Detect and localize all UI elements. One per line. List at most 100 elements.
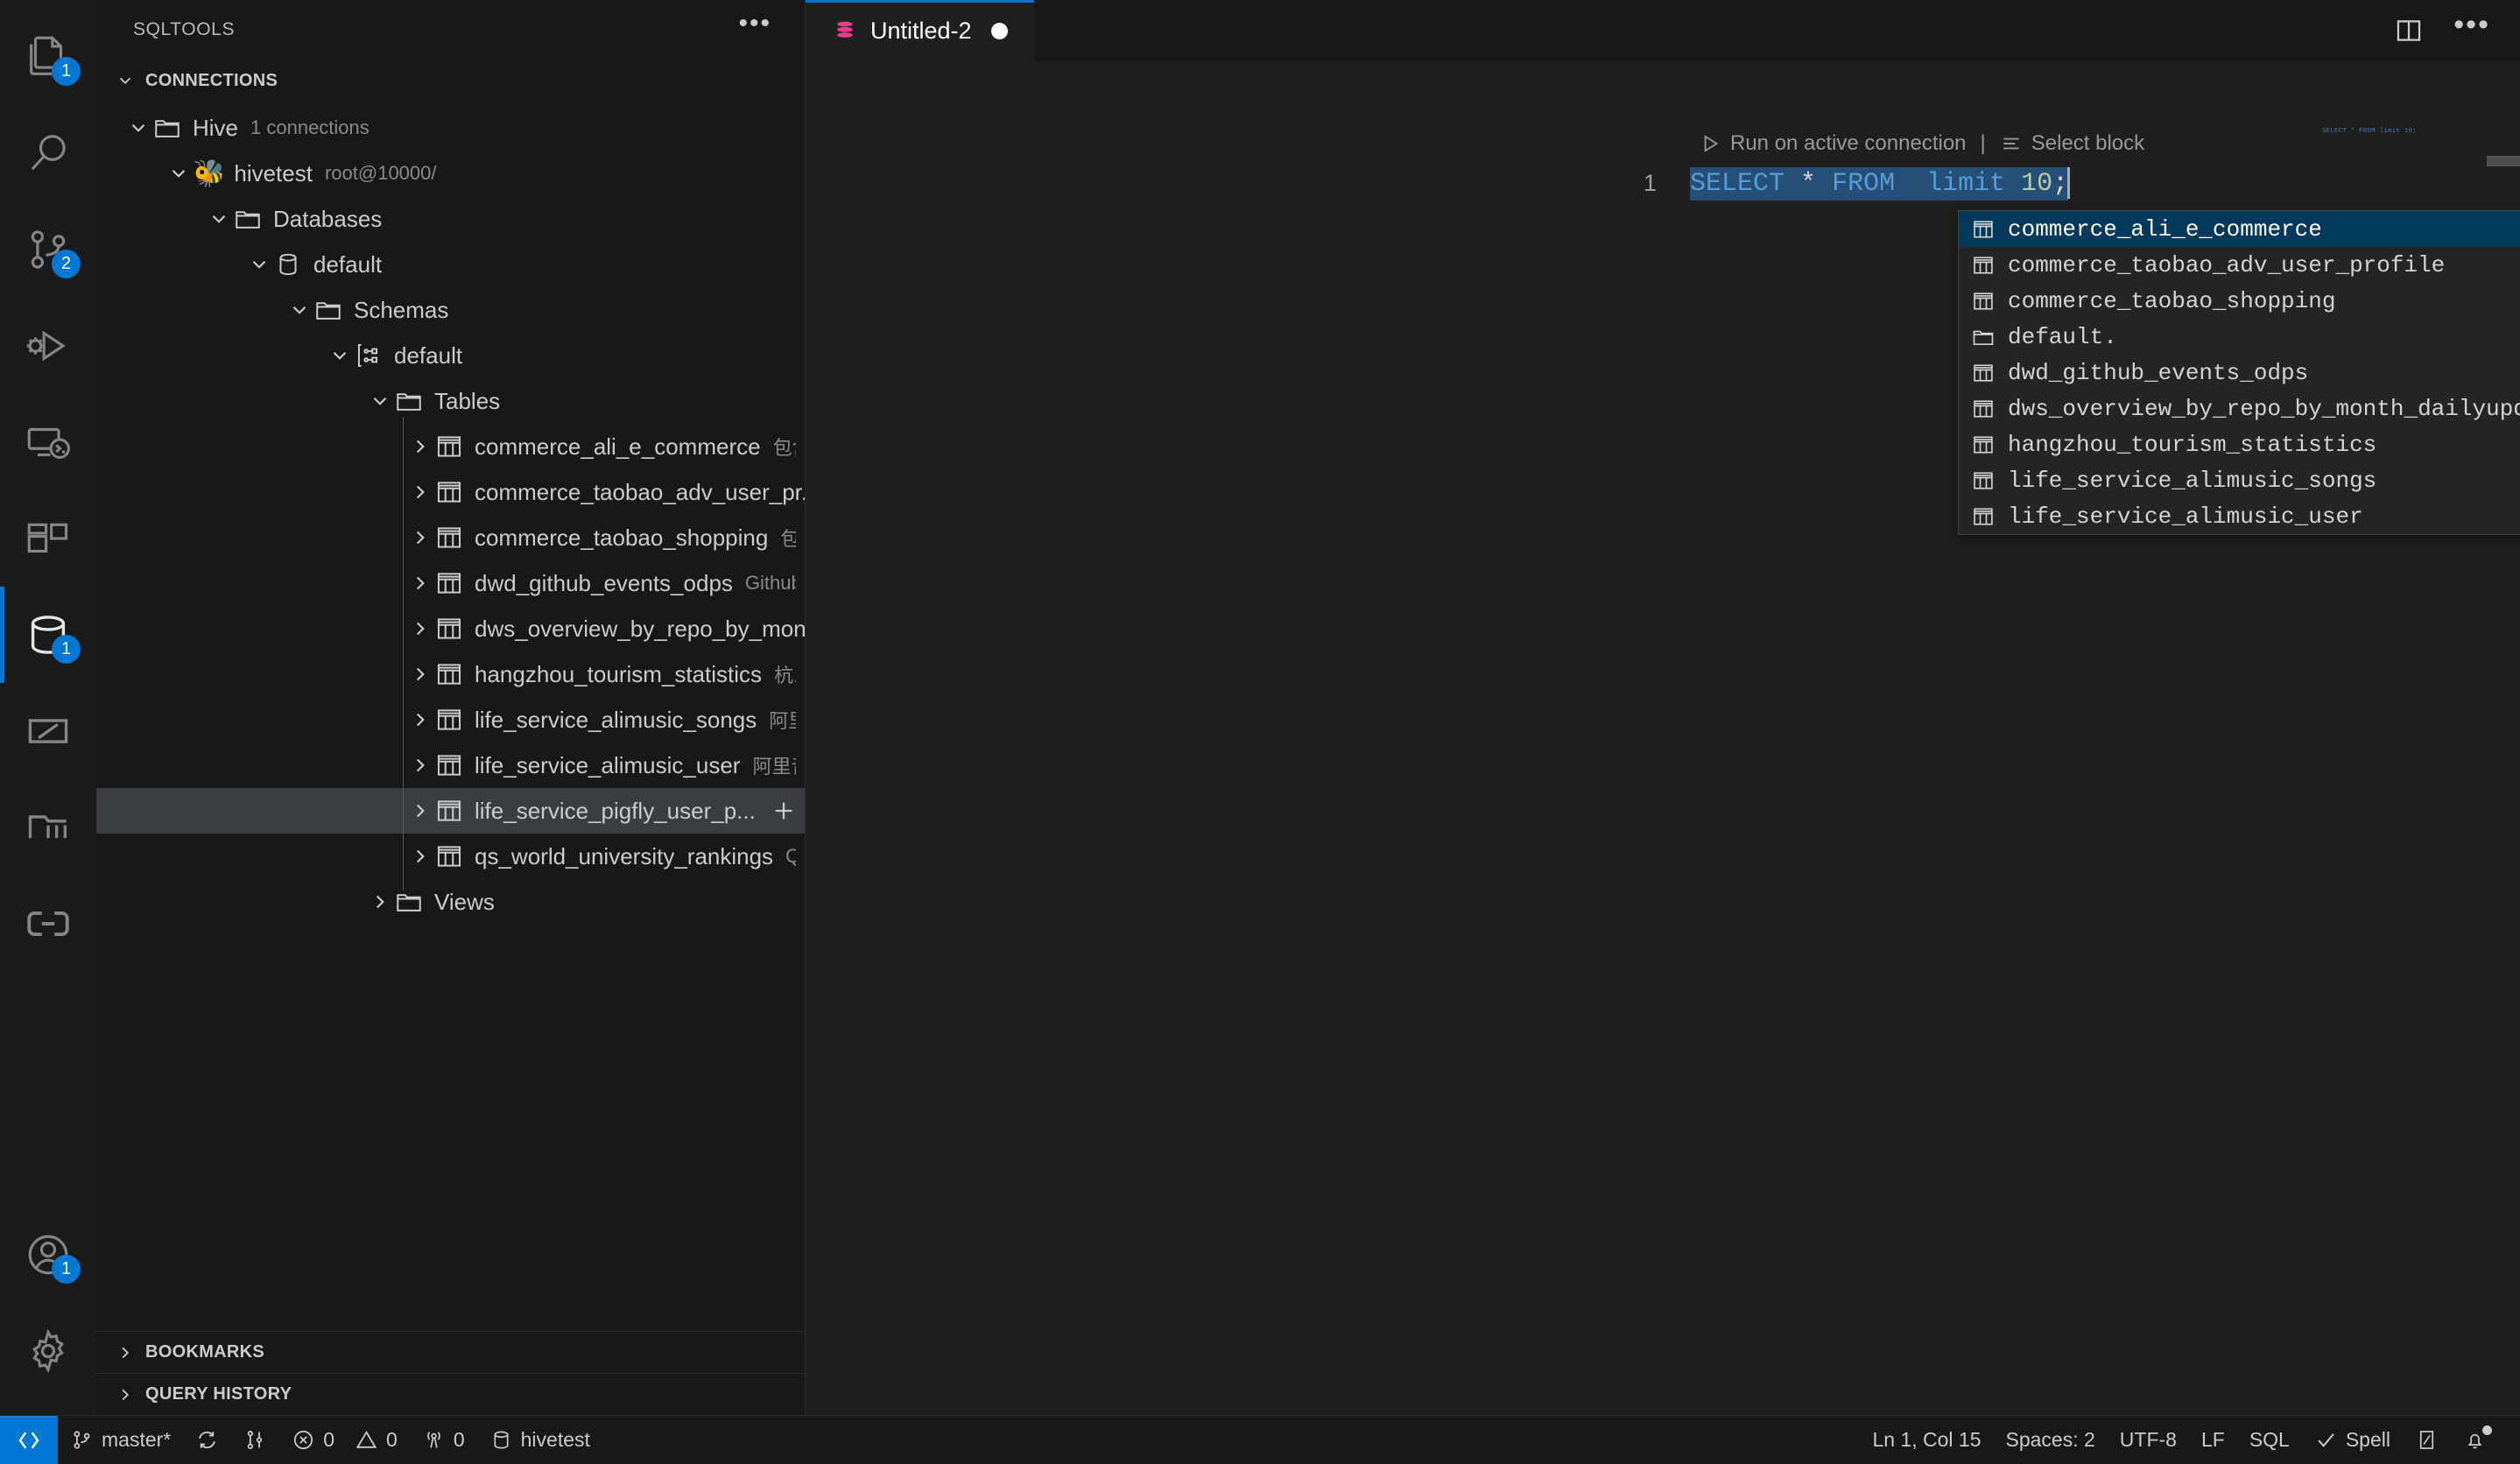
- activity-bar-item-accounts[interactable]: 1: [0, 1207, 96, 1303]
- status-git-branch[interactable]: master*: [58, 1416, 183, 1464]
- split-editor-icon[interactable]: [2394, 16, 2424, 46]
- status-label: LF: [2200, 1428, 2225, 1451]
- sidebar-more-actions-button[interactable]: •••: [729, 11, 780, 41]
- tree-item-commerce-ali-e-commerce[interactable]: commerce_ali_e_commerce 包含...: [96, 424, 805, 469]
- folder-icon: [236, 211, 260, 229]
- activity-badge: 1: [52, 57, 81, 86]
- tree-item-actions: [770, 797, 805, 825]
- status-feedback[interactable]: [2403, 1416, 2451, 1464]
- git-compare-icon: [247, 1431, 263, 1449]
- tree-item-databases[interactable]: Databases: [96, 196, 805, 242]
- tree-item-life-service-pigfly-user-p[interactable]: life_service_pigfly_user_p...: [96, 788, 805, 834]
- chevron-down-icon[interactable]: [366, 387, 394, 415]
- tree-item-tables[interactable]: Tables: [96, 378, 805, 424]
- status-compare-branch[interactable]: [231, 1416, 279, 1464]
- sidebar-section-bookmarks[interactable]: BOOKMARKS: [96, 1331, 805, 1373]
- sidebar-section-query-history[interactable]: QUERY HISTORY: [96, 1373, 805, 1415]
- chevron-right-icon[interactable]: [406, 797, 434, 825]
- suggestion-item-life-service-alimusic-user[interactable]: life_service_alimusic_user: [1959, 498, 2520, 534]
- codelens-select-block[interactable]: Select block: [2000, 131, 2144, 156]
- tree-item-schemas[interactable]: Schemas: [96, 287, 805, 333]
- tree-item-default[interactable]: default: [96, 333, 805, 378]
- tree-item-description: QS...: [785, 845, 796, 867]
- activity-bar-item-sqltools[interactable]: 1: [0, 587, 96, 683]
- suggestion-item-commerce-taobao-shopping[interactable]: commerce_taobao_shopping: [1959, 283, 2520, 319]
- status-problems[interactable]: 0 0: [279, 1416, 410, 1464]
- status-notifications[interactable]: [2451, 1416, 2506, 1464]
- tab-dirty-indicator[interactable]: [990, 22, 1008, 39]
- status-cursor-position[interactable]: Ln 1, Col 15: [1860, 1416, 1993, 1464]
- tree-item-hangzhou-tourism-statistics[interactable]: hangzhou_tourism_statistics 杭...: [96, 651, 805, 697]
- suggestion-item-commerce-ali-e-commerce[interactable]: commerce_ali_e_commerceTable: [1959, 211, 2520, 247]
- status-sqltools-connection[interactable]: hivetest: [477, 1416, 602, 1464]
- status-indentation[interactable]: Spaces: 2: [1994, 1416, 2108, 1464]
- status-spell-checker[interactable]: Spell: [2302, 1416, 2403, 1464]
- codelens-run-on-active-connection[interactable]: Run on active connection: [1699, 131, 1967, 156]
- activity-bar-item-drawio[interactable]: [0, 683, 96, 779]
- chevron-right-icon[interactable]: [406, 478, 434, 506]
- chevron-right-icon[interactable]: [406, 433, 434, 461]
- table-icon: [1974, 363, 1993, 382]
- suggestion-item-commerce-taobao-adv-user-profile[interactable]: commerce_taobao_adv_user_profile: [1959, 247, 2520, 283]
- activity-bar-item-settings[interactable]: [0, 1303, 96, 1399]
- tree-item-life-service-alimusic-user[interactable]: life_service_alimusic_user 阿里音...: [96, 743, 805, 788]
- chevron-down-icon[interactable]: [205, 205, 233, 233]
- sidebar-header: SQLTOOLS •••: [96, 0, 805, 60]
- chevron-right-icon[interactable]: [406, 524, 434, 552]
- tree-item-commerce-taobao-adv-user-pr[interactable]: commerce_taobao_adv_user_pr...: [96, 469, 805, 515]
- tree-item-label: life_service_pigfly_user_p...: [475, 797, 756, 824]
- line-number: 1: [1643, 169, 1657, 196]
- code-content[interactable]: SELECT * FROM limit 10;: [1690, 166, 2071, 201]
- activity-bar-item-source-control[interactable]: 2: [0, 201, 96, 298]
- chevron-right-icon[interactable]: [406, 660, 434, 688]
- tree-item-hive[interactable]: Hive 1 connections: [96, 105, 805, 151]
- tree-item-life-service-alimusic-songs[interactable]: life_service_alimusic_songs 阿里...: [96, 697, 805, 743]
- activity-bar-item-remote-ssh[interactable]: [0, 876, 96, 972]
- activity-bar-item-search[interactable]: [0, 105, 96, 201]
- suggestion-label: commerce_taobao_shopping: [2008, 287, 2336, 314]
- chevron-right-icon[interactable]: [406, 615, 434, 643]
- activity-bar-item-remote-explorer[interactable]: [0, 394, 96, 490]
- chevron-down-icon[interactable]: [285, 296, 313, 324]
- activity-bar-item-run-and-debug[interactable]: [0, 298, 96, 394]
- suggestion-item-default[interactable]: default.: [1959, 319, 2520, 355]
- status-sync-changes[interactable]: [183, 1416, 231, 1464]
- scrollbar-thumb[interactable]: [2487, 156, 2520, 166]
- tree-item-qs-world-university-rankings[interactable]: qs_world_university_rankings QS...: [96, 834, 805, 879]
- chevron-right-icon[interactable]: [406, 751, 434, 779]
- suggestion-widget[interactable]: commerce_ali_e_commerceTable commerce_tao…: [1958, 210, 2520, 535]
- editor-area[interactable]: Run on active connection | Select block …: [806, 61, 2520, 1415]
- status-remote-indicator[interactable]: [0, 1416, 58, 1464]
- chevron-down-icon[interactable]: [124, 114, 152, 142]
- more-editor-actions-button[interactable]: •••: [2453, 10, 2490, 41]
- status-ports[interactable]: 0: [410, 1416, 477, 1464]
- tree-item-dwd-github-events-odps[interactable]: dwd_github_events_odps Github...: [96, 560, 805, 606]
- tree-item-hivetest[interactable]: 🐝 hivetest root@10000/: [96, 151, 805, 196]
- suggestion-item-dws-overview-by-repo-by-month-dailyupdate[interactable]: dws_overview_by_repo_by_month_dailyupdat…: [1959, 391, 2520, 426]
- sidebar-section-connections[interactable]: CONNECTIONS: [96, 60, 805, 102]
- status-eol[interactable]: LF: [2189, 1416, 2237, 1464]
- editor-tab-untitled-2[interactable]: Untitled-2: [806, 0, 1034, 61]
- suggestion-item-hangzhou-tourism-statistics[interactable]: hangzhou_tourism_statistics: [1959, 426, 2520, 462]
- suggestion-label: life_service_alimusic_user: [2008, 503, 2363, 530]
- suggestion-item-dwd-github-events-odps[interactable]: dwd_github_events_odps: [1959, 355, 2520, 391]
- suggestion-item-life-service-alimusic-songs[interactable]: life_service_alimusic_songs: [1959, 462, 2520, 498]
- chevron-right-icon[interactable]: [406, 569, 434, 597]
- activity-bar-item-explorer[interactable]: 1: [0, 9, 96, 105]
- activity-bar-item-extensions[interactable]: [0, 490, 96, 587]
- activity-bar-item-project-manager[interactable]: [0, 779, 96, 876]
- chevron-right-icon[interactable]: [406, 842, 434, 870]
- status-language-mode[interactable]: SQL: [2237, 1416, 2302, 1464]
- tree-item-commerce-taobao-shopping[interactable]: commerce_taobao_shopping 包...: [96, 515, 805, 560]
- chevron-down-icon[interactable]: [245, 250, 273, 278]
- chevron-down-icon[interactable]: [165, 159, 193, 187]
- tree-item-views[interactable]: Views: [96, 879, 805, 925]
- tree-item-dws-overview-by-repo-by-mont[interactable]: dws_overview_by_repo_by_mont...: [96, 606, 805, 651]
- status-encoding[interactable]: UTF-8: [2108, 1416, 2189, 1464]
- chevron-right-icon[interactable]: [366, 888, 394, 916]
- suggestion-label: commerce_taobao_adv_user_profile: [2008, 251, 2446, 278]
- chevron-right-icon[interactable]: [406, 706, 434, 734]
- tree-item-default[interactable]: default: [96, 242, 805, 287]
- insert-table-name-button[interactable]: [770, 797, 798, 825]
- chevron-down-icon[interactable]: [326, 341, 354, 370]
